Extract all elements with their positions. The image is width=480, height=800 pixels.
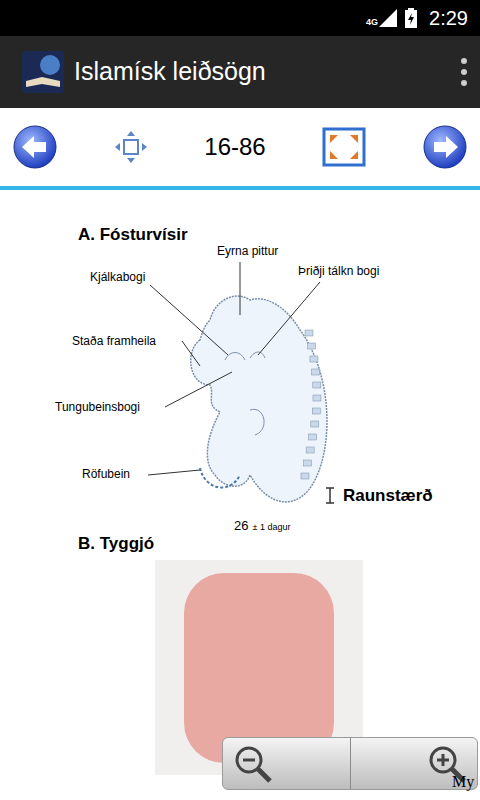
clock: 2:29 [429, 3, 468, 33]
zoom-controls [222, 737, 478, 790]
network-label: 4G [366, 18, 378, 27]
figure-a-title: A. Fósturvísir [78, 222, 188, 248]
diagram-label: Kjálkabogi [90, 268, 145, 286]
diagram-label: Þriðji tálkn bogi [298, 262, 379, 280]
app-bar: Islamísk leiðsögn [0, 36, 480, 108]
forward-arrow-icon[interactable] [422, 124, 468, 170]
screen: 4G 2:29 Islamísk leiðsögn 16-86 A. Fósturvís… [0, 0, 480, 800]
signal-icon [379, 9, 397, 27]
diagram-label: Eyrna pittur [217, 242, 278, 260]
toolbar-divider [0, 186, 480, 190]
page-indicator: 16-86 [204, 129, 265, 165]
age-range: ± 1 dagur [252, 521, 290, 535]
age-value: 26 [234, 516, 248, 536]
diagram-label: Tungubeinsbogi [55, 398, 140, 416]
diagram-label: Staða framheila [72, 332, 156, 350]
zoom-out-icon [233, 744, 273, 784]
toolbar: 16-86 [0, 108, 480, 186]
embryo-drawing-icon [0, 190, 480, 535]
content: A. Fósturvísir Eyrna pittur Kjálkabogi Þrið… [0, 190, 480, 800]
embryo-diagram: A. Fósturvísir Eyrna pittur Kjálkabogi Þrið… [0, 190, 480, 535]
app-logo-icon[interactable] [22, 51, 64, 93]
app-title: Islamísk leiðsögn [74, 53, 460, 91]
overflow-menu-icon[interactable] [460, 57, 468, 87]
move-icon[interactable] [114, 130, 148, 164]
fullscreen-icon[interactable] [322, 127, 366, 167]
back-arrow-icon[interactable] [12, 124, 58, 170]
diagram-label: Röfubein [82, 465, 130, 483]
figure-b-title: B. Tyggjó [78, 535, 480, 552]
age-label: 26 ± 1 dagur [234, 516, 290, 536]
status-bar: 4G 2:29 [0, 0, 480, 36]
scale-label: Raunstærð [343, 483, 433, 509]
trailing-text: My [452, 770, 474, 794]
battery-icon [405, 8, 417, 28]
zoom-out-button[interactable] [223, 738, 351, 789]
